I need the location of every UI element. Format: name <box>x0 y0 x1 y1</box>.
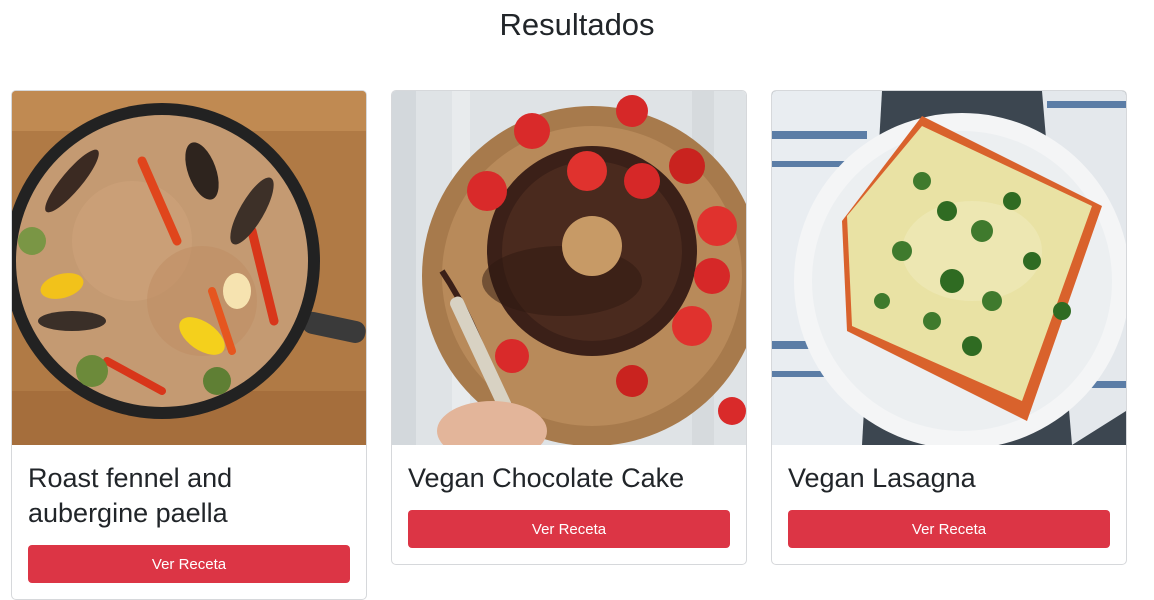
recipe-image-paella <box>12 91 366 445</box>
recipe-image-lasagna <box>772 91 1126 445</box>
view-recipe-button[interactable]: Ver Receta <box>408 510 730 548</box>
recipe-card: Roast fennel and aubergine paella Ver Re… <box>11 90 367 600</box>
recipe-title: Roast fennel and aubergine paella <box>28 463 233 528</box>
recipe-card: Vegan Lasagna Ver Receta <box>771 90 1127 565</box>
recipe-card: Vegan Chocolate Cake Ver Receta <box>391 90 747 565</box>
view-recipe-button[interactable]: Ver Receta <box>788 510 1110 548</box>
view-recipe-button[interactable]: Ver Receta <box>28 545 350 583</box>
page-title: Resultados <box>499 7 655 42</box>
recipe-title: Vegan Lasagna <box>788 463 976 493</box>
recipe-image-chocolate-cake <box>392 91 746 445</box>
recipe-title: Vegan Chocolate Cake <box>408 463 685 493</box>
